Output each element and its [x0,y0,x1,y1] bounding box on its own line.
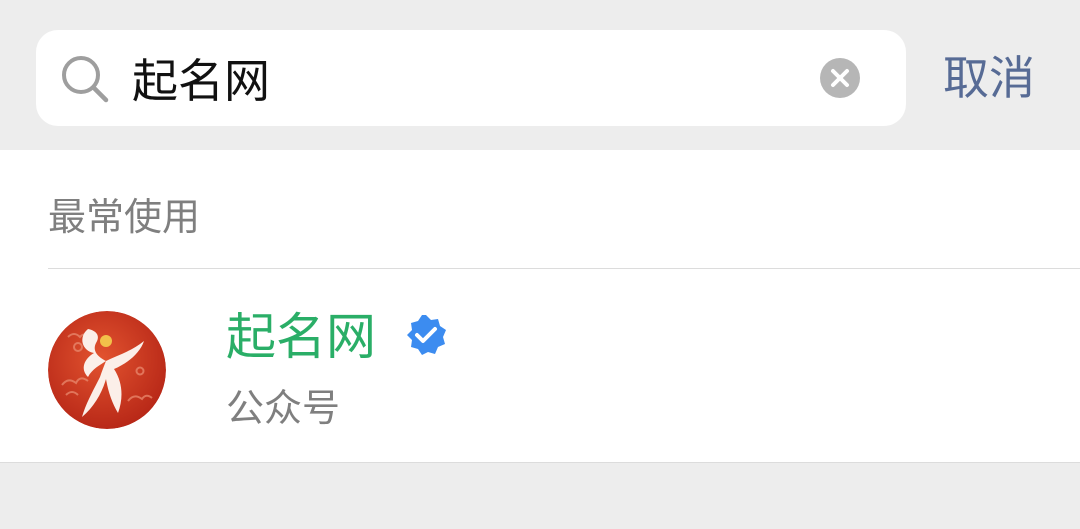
search-icon [58,52,112,106]
qimingwang-logo-icon [48,311,166,429]
verified-badge-icon [404,313,448,357]
search-bar: 取消 [0,0,1080,150]
result-item[interactable]: 起名网 公众号 [0,269,1080,462]
bottom-strip [0,462,1080,529]
search-input[interactable] [132,48,792,108]
cancel-button[interactable]: 取消 [943,48,1035,108]
search-box[interactable] [36,30,906,126]
result-name: 起名网 [226,308,376,366]
section-title-most-used: 最常使用 [48,195,201,239]
search-results: 最常使用 起名网 公众号 [0,150,1080,462]
result-type: 公众号 [226,386,341,430]
clear-search-button[interactable] [820,58,860,98]
close-icon [831,69,849,87]
avatar [48,311,166,429]
